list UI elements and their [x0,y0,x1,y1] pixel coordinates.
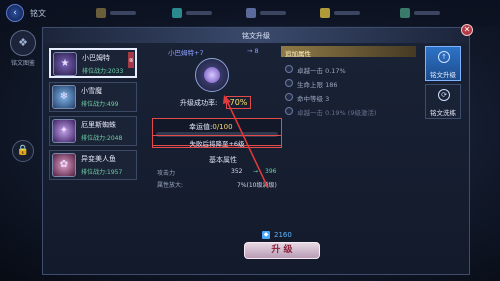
currency-slot [246,8,288,18]
back-icon[interactable]: ‹ [6,4,24,22]
tab-inscription-refine[interactable]: ⟳ 铭文洗练 [425,84,461,119]
currency-slot [96,8,138,18]
success-rate-label: 升级成功率: [180,99,218,107]
avatar: ✿ [52,153,76,177]
tab-inscription-upgrade[interactable]: ↑ 铭文升级 [425,46,461,81]
fail-warning: 失败后将降至+6级 [152,135,282,148]
extra-attrs-panel: 追加属性 卓越一击 0.17% 生命上限 186 命中等级 3 卓越一击 0.1… [281,46,416,164]
success-rate-value: 70% [226,96,251,109]
hero-name: 小雪魔 [81,87,102,95]
extra-attr-item: 命中等级 3 [285,92,415,104]
hero-power: 排位战力:2033 [82,68,124,75]
currency-slot [172,8,214,18]
hero-power: 排位战力:499 [81,101,119,108]
attr-row: 属性放大: 7%(10级满级) [157,182,277,189]
extra-attr-item: 卓越一击 0.19% (9级激活) [285,106,415,118]
avatar: ★ [53,52,77,76]
extra-attr-item: 卓越一击 0.17% [285,64,415,76]
leftnav-label: 铭文图鉴 [10,60,35,67]
dialog-title: 铭文升级 [242,32,270,40]
hero-card[interactable]: ✦ 厄里斯蜘蛛 排位战力:2048 [49,116,137,146]
success-rate: 升级成功率: 70% [178,96,253,110]
close-icon[interactable]: ✕ [461,24,473,36]
gem-icon: ◆ [262,231,270,239]
luck-label: 幸运值:0/100 [189,123,233,131]
fail-text: 失败后将降至+6级 [189,140,245,148]
currency-slot [400,8,442,18]
upgrade-button[interactable]: 升 级 [244,242,320,259]
avatar: ✦ [52,119,76,143]
dialog-header: 铭文升级 [43,28,469,43]
hero-name: 异变美人鱼 [81,155,116,163]
upgrade-arrow-icon: ↑ [438,51,450,63]
book-icon[interactable]: ❖ [10,30,36,56]
extra-attr-item: 生命上限 186 [285,78,415,90]
hero-name: 厄里斯蜘蛛 [81,121,116,129]
hero-name: 小巴姆特 [82,54,110,62]
refine-icon: ⟳ [438,89,450,101]
inscription-upgrade-dialog: 铭文升级 ✕ ★ 小巴姆特 排位战力:2033 强 ❄ 小雪魔 排位战力:499… [42,24,473,275]
upgrade-target-level: → 8 [247,47,259,55]
cost-value: 2160 [274,231,292,239]
hero-list: ★ 小巴姆特 排位战力:2033 强 ❄ 小雪魔 排位战力:499 ✦ 厄里斯蜘… [49,48,137,184]
lock-icon[interactable]: 🔒 [12,140,34,162]
left-nav: ❖ 铭文图鉴 [4,30,42,75]
page-title: 铭文 [30,9,46,18]
inscription-gem-icon [195,58,229,92]
currency-slot [320,8,362,18]
extra-attrs-header: 追加属性 [281,46,416,58]
hero-tag: 强 [128,52,134,68]
hero-card[interactable]: ★ 小巴姆特 排位战力:2033 强 [49,48,137,78]
base-attrs-title: 基本属性 [209,156,237,164]
avatar: ❄ [52,85,76,109]
top-bar: ‹ 铭文 [0,0,500,26]
hero-power: 排位战力:2048 [81,135,123,142]
hero-card[interactable]: ❄ 小雪魔 排位战力:499 [49,82,137,112]
hero-card[interactable]: ✿ 异变美人鱼 排位战力:1957 [49,150,137,180]
hero-power: 排位战力:1957 [81,169,123,176]
attr-row: 攻击力 352 → 396 [157,168,277,177]
